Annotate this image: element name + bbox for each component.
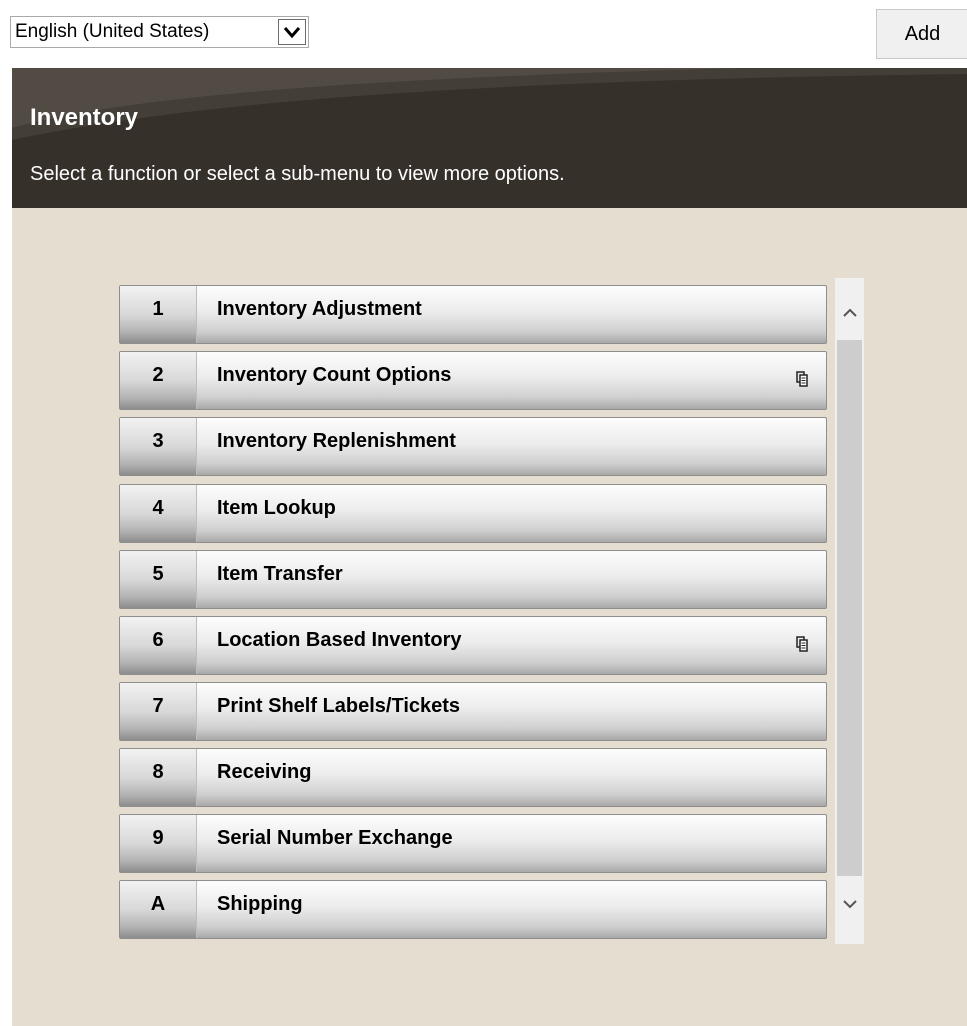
page-header: Inventory Select a function or select a … (12, 68, 967, 208)
menu-item-label: Print Shelf Labels/Tickets (217, 695, 461, 717)
menu-item-label: Inventory Adjustment (217, 298, 422, 320)
menu-item-key-label: 1 (152, 298, 164, 320)
menu-item-key: 3 (120, 418, 197, 475)
menu-item-label: Item Lookup (217, 497, 336, 519)
menu-item-item-transfer[interactable]: 5 Item Transfer (119, 550, 827, 609)
chevron-down-icon[interactable] (835, 891, 864, 917)
menu-item-print-shelf-labels-tickets[interactable]: 7 Print Shelf Labels/Tickets (119, 682, 827, 741)
menu-item-key: A (120, 881, 197, 938)
menu-item-key: 7 (120, 683, 197, 740)
menu-item-item-lookup[interactable]: 4 Item Lookup (119, 484, 827, 543)
menu-item-key: 2 (120, 352, 197, 409)
menu-item-location-based-inventory[interactable]: 6 Location Based Inventory (119, 616, 827, 675)
menu-item-label: Inventory Replenishment (217, 430, 456, 452)
menu-item-serial-number-exchange[interactable]: 9 Serial Number Exchange (119, 814, 827, 873)
menu-item-receiving[interactable]: 8 Receiving (119, 748, 827, 807)
menu-item-key-label: 7 (152, 695, 164, 717)
main-content: Inventory Select a function or select a … (12, 68, 967, 1026)
menu-item-key: 1 (120, 286, 197, 343)
scrollbar-thumb[interactable] (837, 340, 862, 876)
add-button[interactable]: Add (876, 9, 967, 59)
menu-item-shipping[interactable]: A Shipping (119, 880, 827, 939)
menu-item-key: 4 (120, 485, 197, 542)
menu-item-key-label: 6 (152, 629, 164, 651)
menu-item-key: 9 (120, 815, 197, 872)
chevron-down-icon[interactable] (278, 19, 306, 45)
menu-item-key: 8 (120, 749, 197, 806)
menu-item-key-label: 2 (152, 364, 164, 386)
menu-item-key: 6 (120, 617, 197, 674)
menu-item-inventory-adjustment[interactable]: 1 Inventory Adjustment (119, 285, 827, 344)
menu-item-key-label: 9 (152, 827, 164, 849)
menu-item-label: Inventory Count Options (217, 364, 452, 386)
menu-item-key-label: 3 (152, 430, 164, 452)
menu-item-key: 5 (120, 551, 197, 608)
menu-item-label: Shipping (217, 893, 303, 915)
menu-item-label: Receiving (217, 761, 312, 783)
page-title: Inventory (30, 104, 139, 131)
top-bar: English (United States) Add (0, 0, 967, 68)
menu-item-inventory-count-options[interactable]: 2 Inventory Count Options (119, 351, 827, 410)
menu-item-label: Location Based Inventory (217, 629, 462, 651)
language-select[interactable]: English (United States) (10, 16, 309, 48)
menu-item-key-label: A (150, 893, 166, 915)
menu-item-key-label: 8 (152, 761, 164, 783)
menu-scrollbar[interactable] (835, 278, 864, 944)
submenu-icon (796, 636, 808, 652)
menu-item-label: Item Transfer (217, 563, 343, 585)
menu-item-key-label: 4 (152, 497, 164, 519)
page-subtitle: Select a function or select a sub-menu t… (30, 163, 565, 185)
menu-item-inventory-replenishment[interactable]: 3 Inventory Replenishment (119, 417, 827, 476)
menu-item-key-label: 5 (152, 563, 164, 585)
header-swoosh-decoration (12, 68, 967, 140)
language-select-value: English (United States) (15, 21, 210, 42)
menu-item-label: Serial Number Exchange (217, 827, 453, 849)
chevron-up-icon[interactable] (835, 300, 864, 326)
submenu-icon (796, 371, 808, 387)
